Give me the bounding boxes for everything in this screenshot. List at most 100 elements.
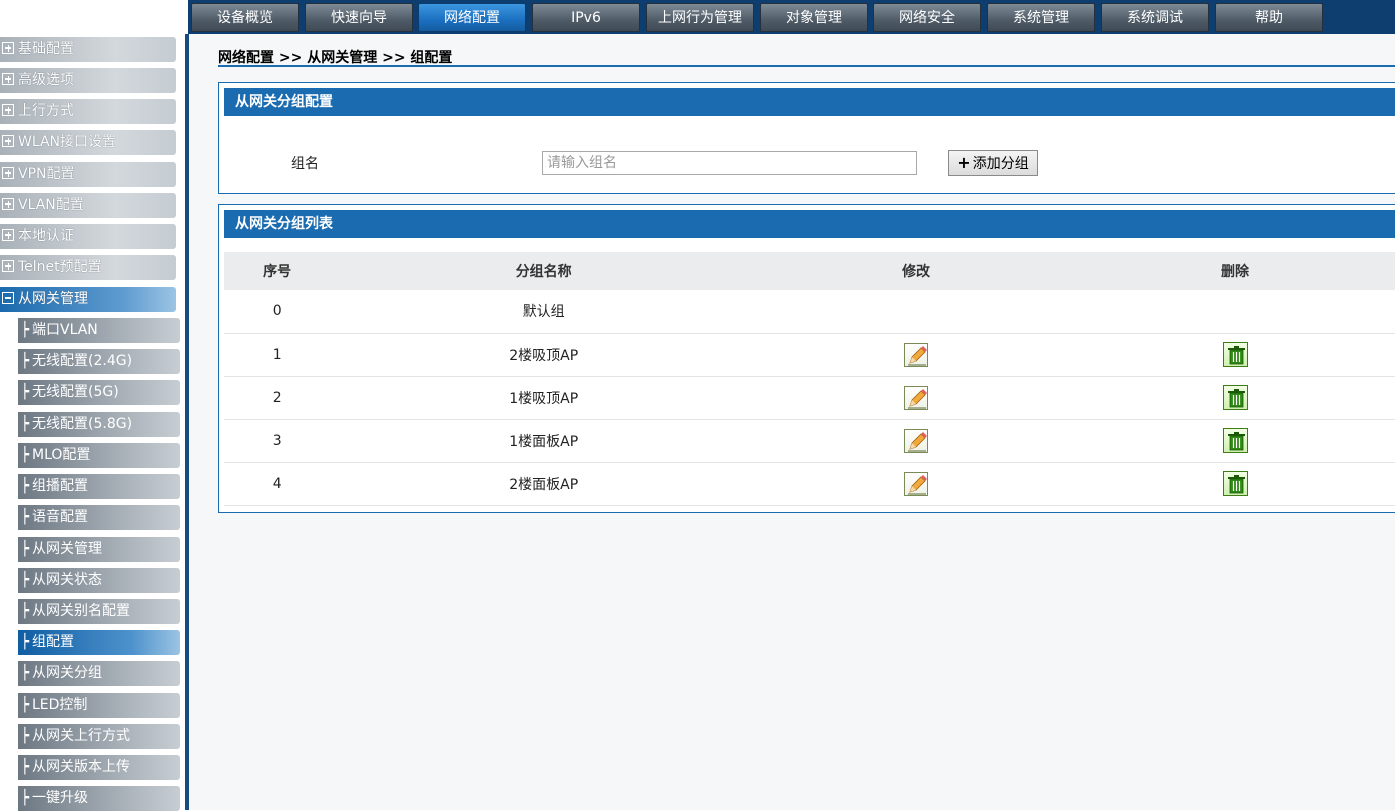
tab-system-management[interactable]: 系统管理 (987, 3, 1095, 32)
row-delete-cell (1075, 462, 1395, 506)
tree-branch-icon: ┝ (20, 697, 30, 713)
expand-icon (2, 260, 14, 272)
sidebar-subitem-sub-gateway-grouping[interactable]: ┝ 从网关分组 (18, 661, 180, 686)
tab-network-security[interactable]: 网络安全 (873, 3, 981, 32)
sidebar-item-label: Telnet预配置 (18, 259, 102, 275)
tab-ipv6[interactable]: IPv6 (532, 3, 640, 32)
sidebar-item-advanced-options[interactable]: 高级选项 (0, 68, 176, 93)
tree-branch-icon: ┝ (20, 759, 30, 775)
sidebar-subitem-group-config[interactable]: ┝ 组配置 (18, 630, 180, 655)
tab-object-management[interactable]: 对象管理 (760, 3, 868, 32)
tree-branch-icon: ┝ (20, 790, 30, 806)
tree-branch-icon: ┝ (20, 322, 30, 338)
sidebar-subitem-label: 语音配置 (32, 509, 88, 525)
sidebar-item-sub-gateway-management[interactable]: 从网关管理 (0, 287, 176, 312)
sidebar-subitem-label: 从网关管理 (32, 541, 102, 557)
tree-branch-icon: ┝ (20, 416, 30, 432)
sidebar-subitem-label: 组播配置 (32, 478, 88, 494)
sidebar-subitem-label: 无线配置(5.8G) (32, 416, 133, 432)
sidebar-subitem-sub-gateway-status[interactable]: ┝ 从网关状态 (18, 568, 180, 593)
pencil-icon[interactable] (904, 428, 929, 453)
tree-branch-icon: ┝ (20, 665, 30, 681)
sidebar-item-vlan-config[interactable]: VLAN配置 (0, 193, 176, 218)
sidebar-subitem-label: 从网关状态 (32, 572, 102, 588)
tree-branch-icon: ┝ (20, 509, 30, 525)
sidebar-subitem-label: 无线配置(2.4G) (32, 353, 133, 369)
tab-quick-wizard[interactable]: 快速向导 (305, 3, 413, 32)
tree-branch-icon: ┝ (20, 478, 30, 494)
row-group-name: 1楼面板AP (330, 419, 758, 463)
trash-icon[interactable] (1222, 385, 1248, 410)
tab-device-overview[interactable]: 设备概览 (191, 3, 299, 32)
sidebar-item-local-auth[interactable]: 本地认证 (0, 224, 176, 249)
row-group-name: 2楼吸顶AP (330, 333, 758, 377)
sidebar-subitem-sub-gateway-alias[interactable]: ┝ 从网关别名配置 (18, 599, 180, 624)
pencil-icon[interactable] (904, 385, 929, 410)
row-delete-cell (1075, 333, 1395, 377)
tab-system-debug[interactable]: 系统调试 (1101, 3, 1209, 32)
group-config-panel: 从网关分组配置 组名 +添加分组 (218, 82, 1395, 194)
row-index: 3 (224, 419, 331, 463)
sidebar-item-wlan-interface[interactable]: WLAN接口设置 (0, 130, 176, 155)
table-row: 2 1楼吸顶AP (224, 376, 1395, 420)
sidebar-subitem-label: 端口VLAN (32, 322, 98, 338)
column-header-delete: 删除 (1075, 252, 1395, 290)
row-edit-cell (757, 290, 1076, 334)
tab-help[interactable]: 帮助 (1215, 3, 1323, 32)
pencil-icon[interactable] (904, 471, 929, 496)
expand-icon (2, 73, 14, 85)
row-delete-cell (1075, 376, 1395, 420)
sidebar-item-basic-config[interactable]: 基础配置 (0, 37, 176, 62)
expand-icon (2, 229, 14, 241)
row-index: 4 (224, 462, 331, 506)
breadcrumb: 网络配置 >> 从网关管理 >> 组配置 (218, 50, 453, 66)
sidebar-item-label: 上行方式 (18, 103, 74, 119)
sidebar-item-telnet-preconfig[interactable]: Telnet预配置 (0, 255, 176, 280)
sidebar-item-label: 基础配置 (18, 41, 74, 57)
top-navigation: 设备概览 快速向导 网络配置 IPv6 上网行为管理 对象管理 网络安全 系统管… (0, 0, 1395, 34)
sidebar-subitem-wireless-24g[interactable]: ┝ 无线配置(2.4G) (18, 349, 180, 374)
sidebar-item-uplink-mode[interactable]: 上行方式 (0, 99, 176, 124)
sidebar-subitem-mlo-config[interactable]: ┝ MLO配置 (18, 443, 180, 468)
tab-network-config[interactable]: 网络配置 (418, 3, 526, 32)
row-edit-cell (757, 333, 1076, 377)
row-index: 2 (224, 376, 331, 420)
sidebar-subitem-sub-gateway-management[interactable]: ┝ 从网关管理 (18, 537, 180, 562)
column-header-index: 序号 (224, 252, 331, 290)
tree-branch-icon: ┝ (20, 603, 30, 619)
sidebar-subitem-wireless-58g[interactable]: ┝ 无线配置(5.8G) (18, 412, 180, 437)
group-list-panel: 从网关分组列表 序号 分组名称 修改 删除 0 默认组 1 2楼吸顶AP 2 1… (218, 204, 1395, 513)
tree-branch-icon: ┝ (20, 384, 30, 400)
sidebar-subitem-multicast-config[interactable]: ┝ 组播配置 (18, 474, 180, 499)
table-header-row: 序号 分组名称 修改 删除 (224, 252, 1395, 290)
sidebar-subitem-one-click-upgrade[interactable]: ┝ 一键升级 (18, 786, 180, 811)
row-index: 1 (224, 333, 331, 377)
sidebar-subitem-label: 从网关分组 (32, 665, 102, 681)
table-row: 4 2楼面板AP (224, 462, 1395, 506)
row-edit-cell (757, 376, 1076, 420)
group-name-input[interactable] (542, 151, 917, 175)
sidebar-item-label: WLAN接口设置 (18, 134, 117, 150)
pencil-icon[interactable] (904, 342, 929, 367)
row-delete-cell (1075, 419, 1395, 463)
sidebar-subitem-led-control[interactable]: ┝ LED控制 (18, 693, 180, 718)
trash-icon[interactable] (1222, 428, 1248, 453)
sidebar-item-vpn-config[interactable]: VPN配置 (0, 162, 176, 187)
sidebar-subitem-voice-config[interactable]: ┝ 语音配置 (18, 505, 180, 530)
expand-icon (2, 104, 14, 116)
group-list-panel-title: 从网关分组列表 (224, 210, 1395, 238)
sidebar-subitem-sub-gateway-firmware-upload[interactable]: ┝ 从网关版本上传 (18, 755, 180, 780)
breadcrumb-divider (218, 65, 1395, 67)
tab-behavior-management[interactable]: 上网行为管理 (646, 3, 754, 32)
sidebar-subitem-port-vlan[interactable]: ┝ 端口VLAN (18, 318, 180, 343)
group-config-panel-title: 从网关分组配置 (224, 88, 1395, 116)
sidebar-subitem-wireless-5g[interactable]: ┝ 无线配置(5G) (18, 380, 180, 405)
sidebar-item-label: 从网关管理 (18, 291, 88, 307)
add-group-button-label: 添加分组 (972, 156, 1029, 172)
sidebar-subitem-sub-gateway-uplink[interactable]: ┝ 从网关上行方式 (18, 724, 180, 749)
sidebar-item-label: 高级选项 (18, 72, 74, 88)
add-group-button[interactable]: + 添加分组 (948, 150, 1038, 176)
trash-icon[interactable] (1222, 342, 1248, 367)
column-header-group-name: 分组名称 (330, 252, 758, 290)
trash-icon[interactable] (1222, 471, 1248, 496)
